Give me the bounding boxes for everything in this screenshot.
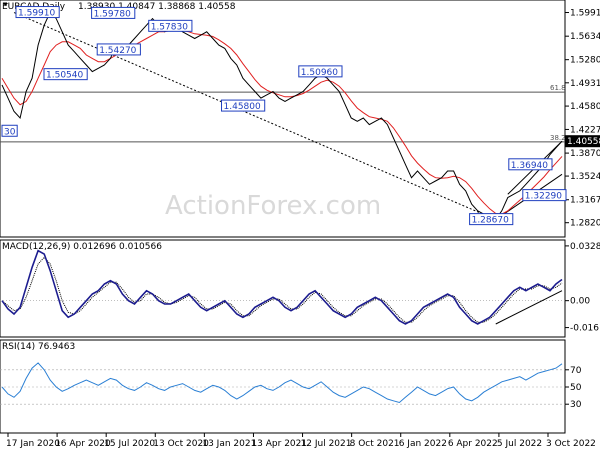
price-tick-label: 1.45800 bbox=[570, 102, 600, 112]
last-price-tag: 1.40558 bbox=[565, 135, 600, 148]
x-tick-label: 13 Jan 2021 bbox=[202, 439, 256, 449]
price-tick-label: 1.59915 bbox=[570, 9, 600, 19]
x-tick-label: 13 Oct 2020 bbox=[153, 439, 209, 449]
price-label-text: 1.59910 bbox=[18, 9, 55, 19]
price-tick-label: 1.56345 bbox=[570, 32, 600, 42]
price-tick-label: 1.42275 bbox=[570, 125, 600, 135]
x-axis: 17 Jan 202016 Apr 202015 Jul 202013 Oct … bbox=[6, 433, 596, 449]
x-tick-label: 8 Oct 2021 bbox=[350, 439, 400, 449]
price-label-text: 1.45800 bbox=[224, 102, 261, 112]
rsi-title: RSI(14) 76.9463 bbox=[2, 342, 75, 352]
x-tick-label: 16 Apr 2020 bbox=[55, 439, 111, 449]
rsi-tick-label: 50 bbox=[570, 383, 582, 393]
price-tick-label: 1.31670 bbox=[570, 196, 600, 206]
price-label-text: 1.32290 bbox=[525, 192, 562, 202]
price-label-text: 1.36940 bbox=[511, 161, 548, 171]
price-tick-label: 1.28205 bbox=[570, 219, 600, 229]
price-label-text: 1.59780 bbox=[94, 9, 131, 19]
price-label-text: 1.50960 bbox=[301, 68, 338, 78]
fib-level-label: 61.8 bbox=[550, 84, 566, 92]
price-tick-label: 1.38705 bbox=[570, 149, 600, 159]
x-tick-label: 12 Jul 2021 bbox=[301, 439, 352, 449]
last-price-text: 1.40558 bbox=[567, 137, 600, 147]
price-label-text: 1.54270 bbox=[99, 46, 136, 56]
rsi-tick-label: 70 bbox=[570, 366, 582, 376]
x-tick-label: 5 Jul 2022 bbox=[497, 439, 542, 449]
price-axis: 1.59915 1.56345 1.52800 1.49310 1.45800 1.422… bbox=[565, 9, 600, 229]
price-tick-label: 1.35240 bbox=[570, 172, 600, 182]
x-tick-label: 6 Jan 2022 bbox=[399, 439, 447, 449]
fib-level-label: 38.2 bbox=[550, 134, 566, 142]
watermark: ActionForex.com bbox=[165, 191, 381, 221]
x-tick-label: 6 Apr 2022 bbox=[448, 439, 498, 449]
x-tick-label: 15 Jul 2020 bbox=[104, 439, 155, 449]
price-label-text: 1.28670 bbox=[472, 216, 509, 226]
price-label-text: 1.50540 bbox=[46, 71, 83, 81]
price-tick-label: 1.52800 bbox=[570, 56, 600, 66]
x-tick-label: 13 Apr 2021 bbox=[251, 439, 307, 449]
macd-tick-label: 0.03286 bbox=[570, 242, 600, 252]
rsi-tick-label: 30 bbox=[570, 400, 582, 410]
price-tick-label: 1.49310 bbox=[570, 79, 600, 89]
macd-tick-label: 0.00 bbox=[570, 297, 590, 307]
x-tick-label: 17 Jan 2020 bbox=[6, 439, 60, 449]
rsi-panel-frame bbox=[0, 339, 566, 434]
price-label-text: 1.57830 bbox=[151, 22, 188, 32]
price-label-text: 30 bbox=[4, 127, 16, 137]
eurcad-daily-chart: ActionForex.com EURCAD,Daily 1.38930 1.4… bbox=[0, 0, 600, 449]
x-tick-label: 3 Oct 2022 bbox=[546, 439, 596, 449]
macd-tick-label: -0.016151 bbox=[570, 324, 600, 334]
macd-title: MACD(12,26,9) 0.012696 0.010566 bbox=[2, 242, 162, 252]
